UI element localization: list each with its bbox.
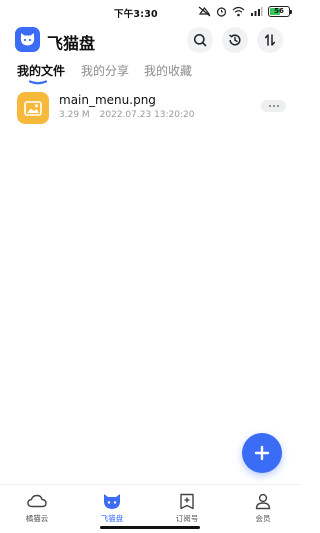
battery-level: 56 [274, 6, 284, 15]
member-icon [252, 491, 274, 511]
cat-logo-icon [15, 27, 40, 52]
nav-item-juemao-cloud[interactable]: 橘猫云 [12, 491, 62, 524]
sort-icon [264, 34, 276, 46]
file-more-button[interactable] [261, 100, 286, 112]
nav-label: 会员 [255, 514, 271, 523]
nav-label: 订阅号 [175, 514, 199, 523]
add-button[interactable] [242, 433, 282, 473]
active-tab-indicator [29, 80, 47, 85]
cloud-icon [26, 491, 48, 511]
signal-icon [250, 6, 263, 17]
nav-item-member[interactable]: 会员 [238, 491, 288, 524]
tab-my-favorites[interactable]: 我的收藏 [144, 62, 192, 79]
status-bar: 下午3:30 56 [0, 0, 300, 22]
search-icon [193, 33, 207, 47]
search-button[interactable] [187, 27, 213, 53]
file-list-item[interactable]: main_menu.png 3.29 M 2022.07.23 13:20:20 [0, 90, 300, 126]
tab-my-shares[interactable]: 我的分享 [81, 62, 129, 79]
more-dot [276, 105, 279, 107]
history-button[interactable] [222, 27, 248, 53]
plus-icon [254, 445, 270, 461]
file-modified: 2022.07.23 13:20:20 [99, 110, 195, 120]
nav-label: 飞猫盘 [100, 514, 124, 523]
battery-icon: 56 [268, 5, 292, 17]
more-dot [268, 105, 271, 107]
alarm-icon [216, 6, 227, 17]
app-title: 飞猫盘 [47, 34, 96, 53]
cat-icon [101, 491, 123, 511]
status-icons: 56 [198, 5, 292, 17]
file-tabs: 我的文件 我的分享 我的收藏 [0, 60, 300, 88]
image-file-icon [17, 92, 49, 124]
file-meta: 3.29 M 2022.07.23 13:20:20 [59, 110, 194, 120]
history-icon [229, 34, 241, 46]
wifi-icon [232, 6, 245, 17]
nav-item-feimao-pan[interactable]: 飞猫盘 [87, 491, 137, 524]
status-time: 下午3:30 [114, 9, 158, 20]
nav-label: 橘猫云 [25, 514, 49, 523]
mute-icon [198, 6, 211, 17]
file-name: main_menu.png [59, 93, 156, 107]
home-indicator [100, 526, 200, 529]
file-size: 3.29 M [59, 110, 90, 120]
tab-my-files[interactable]: 我的文件 [17, 62, 65, 79]
app-header: 飞猫盘 [0, 26, 300, 54]
nav-item-subscription[interactable]: 订阅号 [162, 491, 212, 524]
subscribe-icon [176, 491, 198, 511]
sort-button[interactable] [257, 27, 283, 53]
more-dot [272, 105, 275, 107]
